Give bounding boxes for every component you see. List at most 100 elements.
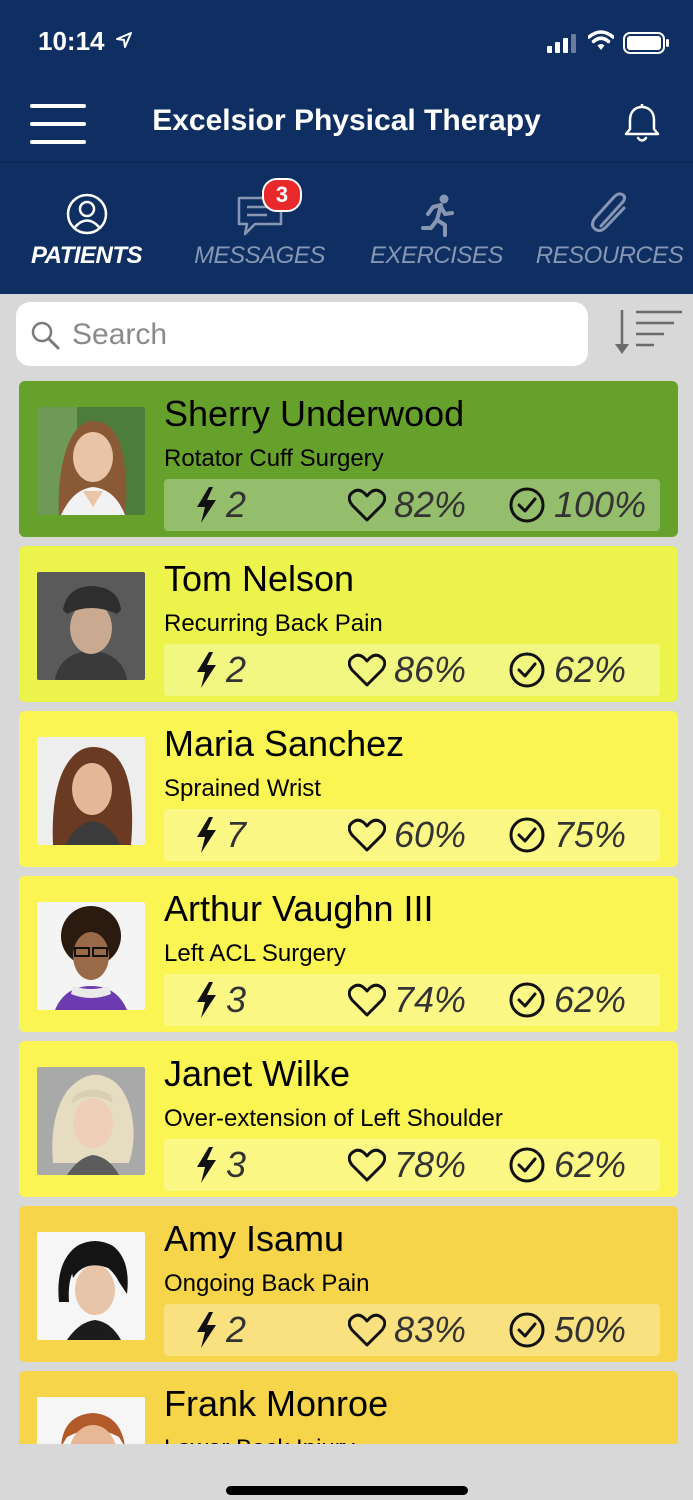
patient-stats: 2 82% 100% (164, 479, 660, 531)
completion-stat: 100% (508, 479, 646, 531)
patient-condition: Ongoing Back Pain (164, 1270, 370, 1297)
sessions-stat: 7 (194, 809, 246, 861)
check-circle-icon (509, 1312, 545, 1348)
patient-condition: Rotator Cuff Surgery (164, 445, 384, 472)
completion-percent: 62% (554, 979, 627, 1020)
completion-percent: 62% (554, 649, 627, 690)
notification-bell-icon[interactable] (620, 102, 664, 146)
patient-card[interactable]: Frank Monroe Lower Back Injury (19, 1371, 678, 1444)
patient-condition: Sprained Wrist (164, 775, 321, 802)
completion-percent: 50% (554, 1309, 627, 1350)
patient-card[interactable]: Janet Wilke Over-extension of Left Shoul… (19, 1041, 678, 1197)
tab-patients[interactable]: PATIENTS (0, 180, 173, 280)
check-circle-icon (509, 1147, 545, 1183)
patient-stats: 3 74% 62% (164, 974, 660, 1026)
check-circle-icon (509, 652, 545, 688)
patient-name: Janet Wilke (164, 1053, 351, 1094)
avatar (37, 1232, 145, 1340)
heart-stat: 83% (348, 1304, 466, 1356)
completion-percent: 62% (554, 1144, 627, 1185)
patient-condition: Lower Back Injury (164, 1435, 355, 1444)
header-divider (0, 162, 693, 163)
sort-icon[interactable] (612, 306, 684, 358)
heart-stat: 60% (348, 809, 466, 861)
search-box[interactable] (16, 302, 588, 366)
patient-stats: 2 83% 50% (164, 1304, 660, 1356)
lightning-bolt-icon (197, 1312, 216, 1348)
app-header: 10:14 Excelsior Physical Therapy PATIENT… (0, 0, 693, 294)
heart-percent: 82% (394, 484, 467, 525)
lightning-bolt-icon (197, 487, 216, 523)
completion-stat: 75% (508, 809, 626, 861)
messages-badge: 3 (262, 178, 302, 212)
patient-name: Amy Isamu (164, 1218, 345, 1259)
cellular-signal-icon (547, 34, 576, 53)
tab-messages[interactable]: MESSAGES (173, 180, 346, 280)
heart-percent: 74% (394, 979, 467, 1020)
sessions-stat: 3 (194, 974, 246, 1026)
sessions-count: 2 (226, 484, 247, 525)
tab-resources[interactable]: RESOURCES (523, 180, 693, 280)
heart-icon (348, 653, 386, 687)
tab-exercises-label: EXERCISES (370, 242, 503, 269)
sessions-count: 2 (226, 1309, 247, 1350)
patient-card[interactable]: Sherry Underwood Rotator Cuff Surgery 2 … (19, 381, 678, 537)
check-circle-icon (509, 817, 545, 853)
search-input[interactable] (70, 312, 574, 358)
home-indicator[interactable] (226, 1486, 468, 1495)
sessions-stat: 2 (194, 479, 246, 531)
patient-name: Frank Monroe (164, 1383, 389, 1424)
heart-stat: 78% (348, 1139, 466, 1191)
heart-percent: 60% (394, 814, 467, 855)
avatar (37, 407, 145, 515)
search-icon (31, 321, 60, 350)
avatar (37, 1067, 145, 1175)
patient-name: Tom Nelson (164, 558, 355, 599)
completion-stat: 62% (508, 974, 626, 1026)
patient-list: Sherry Underwood Rotator Cuff Surgery 2 … (0, 378, 693, 1444)
person-circle-icon (66, 193, 107, 235)
completion-stat: 62% (508, 1139, 626, 1191)
tab-messages-label: MESSAGES (194, 242, 325, 269)
top-bar: Excelsior Physical Therapy (0, 86, 693, 162)
patient-stats: 3 78% 62% (164, 1139, 660, 1191)
heart-percent: 83% (394, 1309, 467, 1350)
wifi-icon (588, 30, 614, 50)
paperclip-icon (590, 192, 626, 233)
battery-icon (623, 32, 669, 54)
heart-icon (348, 1313, 386, 1347)
check-circle-icon (509, 487, 545, 523)
status-bar: 10:14 (0, 0, 693, 86)
patient-name: Sherry Underwood (164, 393, 465, 434)
tab-resources-label: RESOURCES (535, 242, 684, 269)
app-title: Excelsior Physical Therapy (152, 104, 541, 137)
patient-name: Maria Sanchez (164, 723, 405, 764)
patient-card[interactable]: Arthur Vaughn III Left ACL Surgery 3 74%… (19, 876, 678, 1032)
patient-card[interactable]: Maria Sanchez Sprained Wrist 7 60% 75% (19, 711, 678, 867)
sessions-count: 3 (226, 979, 247, 1020)
patient-card[interactable]: Tom Nelson Recurring Back Pain 2 86% 62% (19, 546, 678, 702)
sessions-count: 7 (226, 814, 247, 855)
patient-condition: Recurring Back Pain (164, 610, 383, 637)
location-arrow-icon (116, 32, 132, 48)
check-circle-icon (509, 982, 545, 1018)
heart-icon (348, 488, 386, 522)
status-time: 10:14 (38, 26, 105, 56)
tab-exercises[interactable]: EXERCISES (350, 180, 523, 280)
completion-stat: 50% (508, 1304, 626, 1356)
avatar (37, 1397, 145, 1444)
sessions-stat: 3 (194, 1139, 246, 1191)
patient-condition: Over-extension of Left Shoulder (164, 1105, 503, 1132)
patient-condition: Left ACL Surgery (164, 940, 346, 967)
heart-stat: 74% (348, 974, 466, 1026)
patient-name: Arthur Vaughn III (164, 888, 434, 929)
tab-bar: PATIENTS MESSAGES EXERCISES RESOURCES (0, 180, 693, 292)
lightning-bolt-icon (197, 1147, 216, 1183)
completion-percent: 100% (554, 484, 647, 525)
heart-stat: 86% (348, 644, 466, 696)
sessions-stat: 2 (194, 1304, 246, 1356)
heart-stat: 82% (348, 479, 466, 531)
patient-card[interactable]: Amy Isamu Ongoing Back Pain 2 83% 50% (19, 1206, 678, 1362)
completion-stat: 62% (508, 644, 626, 696)
avatar (37, 737, 145, 845)
